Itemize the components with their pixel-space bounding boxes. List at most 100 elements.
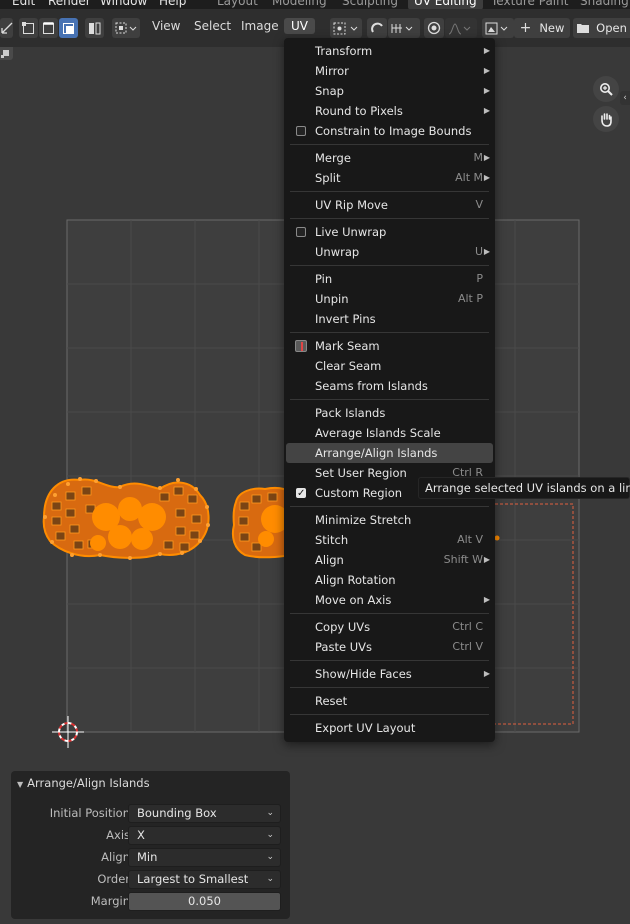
workspace-tab-sculpting[interactable]: Sculpting bbox=[342, 0, 398, 8]
menu-item-shortcut: Ctrl C bbox=[452, 620, 483, 633]
menu-item-mirror[interactable]: Mirror ▶ bbox=[284, 61, 495, 81]
hand-pan-icon[interactable] bbox=[593, 106, 619, 132]
sidebar-toggle-icon[interactable]: ‹ bbox=[620, 91, 630, 105]
menu-item-merge[interactable]: Merge M ▶ bbox=[284, 148, 495, 168]
checkbox-icon[interactable] bbox=[296, 484, 306, 504]
new-image-button[interactable]: + New bbox=[514, 18, 570, 38]
menu-item-label: Paste UVs bbox=[315, 640, 372, 654]
menu-separator bbox=[290, 265, 489, 266]
uv-island-left[interactable] bbox=[42, 477, 210, 560]
operator-panel-header[interactable]: ▼ Arrange/Align Islands bbox=[17, 776, 150, 792]
menu-item-round-to-pixels[interactable]: Round to Pixels ▶ bbox=[284, 101, 495, 121]
menu-item-show-hide-faces[interactable]: Show/Hide Faces ▶ bbox=[284, 664, 495, 684]
menu-item-copy-uvs[interactable]: Copy UVs Ctrl C bbox=[284, 617, 495, 637]
edge-select-mode-icon[interactable] bbox=[39, 18, 58, 38]
menu-item-shortcut: Ctrl V bbox=[452, 640, 483, 653]
menu-item-transform[interactable]: Transform ▶ bbox=[284, 41, 495, 61]
menu-item-uv-rip-move[interactable]: UV Rip Move V bbox=[284, 195, 495, 215]
menu-item-shortcut: Alt V bbox=[457, 533, 483, 546]
island-select-mode-icon[interactable] bbox=[85, 18, 104, 38]
collapse-triangle-icon[interactable]: ▼ bbox=[17, 780, 23, 789]
align-dropdown[interactable]: Min ⌄ bbox=[128, 848, 281, 867]
menu-item-shortcut: Shift W bbox=[443, 553, 483, 566]
menu-item-shortcut: U bbox=[474, 245, 483, 258]
menu-item-minimize-stretch[interactable]: Minimize Stretch bbox=[284, 510, 495, 530]
menu-item-arrange-align-islands[interactable]: Arrange/Align Islands bbox=[286, 443, 493, 463]
menu-item-label: Unpin bbox=[315, 292, 349, 306]
menu-item-align[interactable]: Align Shift W ▶ bbox=[284, 550, 495, 570]
menu-item-align-rotation[interactable]: Align Rotation bbox=[284, 570, 495, 590]
workspace-tab-modeling[interactable]: Modeling bbox=[272, 0, 327, 8]
header-menu-select[interactable]: Select bbox=[194, 19, 231, 33]
workspace-tab-layout[interactable]: Layout bbox=[217, 0, 258, 8]
menu-item-invert-pins[interactable]: Invert Pins bbox=[284, 309, 495, 329]
menu-item-paste-uvs[interactable]: Paste UVs Ctrl V bbox=[284, 637, 495, 657]
menu-item-reset[interactable]: Reset bbox=[284, 691, 495, 711]
menu-separator bbox=[290, 218, 489, 219]
checkbox-icon[interactable] bbox=[296, 126, 306, 136]
transform-tool-icon[interactable] bbox=[0, 18, 13, 38]
menu-item-shortcut: Alt P bbox=[457, 292, 483, 305]
menu-window[interactable]: Window bbox=[100, 0, 147, 8]
menu-item-label: Export UV Layout bbox=[315, 721, 416, 735]
menu-help[interactable]: Help bbox=[159, 0, 186, 8]
zoom-icon[interactable] bbox=[593, 76, 619, 102]
menu-item-label: Pin bbox=[315, 272, 333, 286]
menu-item-export-uv-layout[interactable]: Export UV Layout bbox=[284, 718, 495, 738]
workspace-tab-shading[interactable]: Shading bbox=[580, 0, 629, 8]
menu-item-label: Copy UVs bbox=[315, 620, 371, 634]
proportional-editing-icon[interactable] bbox=[424, 18, 444, 38]
plus-icon: + bbox=[519, 20, 532, 36]
menu-item-split[interactable]: Split Alt M ▶ bbox=[284, 168, 495, 188]
pivot-point-dropdown[interactable] bbox=[330, 18, 362, 38]
menu-item-shortcut: Alt M bbox=[455, 171, 483, 184]
menu-item-average-islands-scale[interactable]: Average Islands Scale bbox=[284, 423, 495, 443]
snap-toggle-icon[interactable] bbox=[367, 18, 387, 38]
menu-item-snap[interactable]: Snap ▶ bbox=[284, 81, 495, 101]
field-value: Largest to Smallest bbox=[137, 872, 249, 886]
region-toggle-icon[interactable] bbox=[0, 47, 13, 60]
workspace-tab-uv-editing[interactable]: UV Editing bbox=[408, 0, 483, 9]
submenu-arrow-icon: ▶ bbox=[483, 555, 490, 564]
menu-item-unpin[interactable]: Unpin Alt P bbox=[284, 289, 495, 309]
operator-panel-title: Arrange/Align Islands bbox=[27, 776, 150, 790]
snap-target-dropdown[interactable] bbox=[388, 18, 420, 38]
menu-item-unwrap[interactable]: Unwrap U ▶ bbox=[284, 242, 495, 262]
vertex-select-mode-icon[interactable] bbox=[19, 18, 38, 38]
menu-item-constrain-to-image-bounds[interactable]: Constrain to Image Bounds bbox=[284, 121, 495, 141]
menu-item-stitch[interactable]: Stitch Alt V bbox=[284, 530, 495, 550]
order-dropdown[interactable]: Largest to Smallest ⌄ bbox=[128, 870, 281, 889]
axis-dropdown[interactable]: X ⌄ bbox=[128, 826, 281, 845]
display-mode-dropdown[interactable] bbox=[482, 18, 514, 38]
mark-seam-icon bbox=[295, 340, 307, 352]
submenu-arrow-icon: ▶ bbox=[483, 669, 490, 678]
header-menu-image[interactable]: Image bbox=[241, 19, 279, 33]
operator-row-margin: Margin 0.050 bbox=[11, 892, 290, 912]
face-select-mode-icon[interactable] bbox=[59, 18, 78, 38]
header-menu-view[interactable]: View bbox=[152, 19, 180, 33]
initial-position-dropdown[interactable]: Bounding Box ⌄ bbox=[128, 804, 281, 823]
menu-item-pack-islands[interactable]: Pack Islands bbox=[284, 403, 495, 423]
menu-item-label: Constrain to Image Bounds bbox=[315, 124, 472, 138]
menu-item-mark-seam[interactable]: Mark Seam bbox=[284, 336, 495, 356]
menu-item-live-unwrap[interactable]: Live Unwrap bbox=[284, 222, 495, 242]
menu-separator bbox=[290, 332, 489, 333]
menu-item-label: Snap bbox=[315, 84, 344, 98]
menu-item-clear-seam[interactable]: Clear Seam bbox=[284, 356, 495, 376]
workspace-tab-texture-paint[interactable]: Texture Paint bbox=[491, 0, 568, 8]
open-image-button[interactable]: Open bbox=[573, 18, 630, 38]
uv-vertex-selected[interactable] bbox=[494, 535, 500, 541]
sticky-selection-dropdown[interactable] bbox=[112, 18, 140, 38]
checkbox-icon[interactable] bbox=[296, 227, 306, 237]
proportional-falloff-dropdown[interactable] bbox=[445, 18, 477, 38]
margin-number-field[interactable]: 0.050 bbox=[128, 892, 281, 911]
header-menu-uv[interactable]: UV bbox=[284, 18, 315, 34]
operator-panel-arrange-align-islands: ▼ Arrange/Align Islands Initial Position B… bbox=[11, 771, 290, 919]
operator-row-initial-position: Initial Position Bounding Box ⌄ bbox=[11, 804, 290, 824]
menu-edit[interactable]: Edit bbox=[12, 0, 35, 8]
menu-render[interactable]: Render bbox=[48, 0, 91, 8]
menu-item-seams-from-islands[interactable]: Seams from Islands bbox=[284, 376, 495, 396]
uv-island-middle[interactable] bbox=[231, 487, 291, 559]
menu-item-move-on-axis[interactable]: Move on Axis ▶ bbox=[284, 590, 495, 610]
menu-item-pin[interactable]: Pin P bbox=[284, 269, 495, 289]
